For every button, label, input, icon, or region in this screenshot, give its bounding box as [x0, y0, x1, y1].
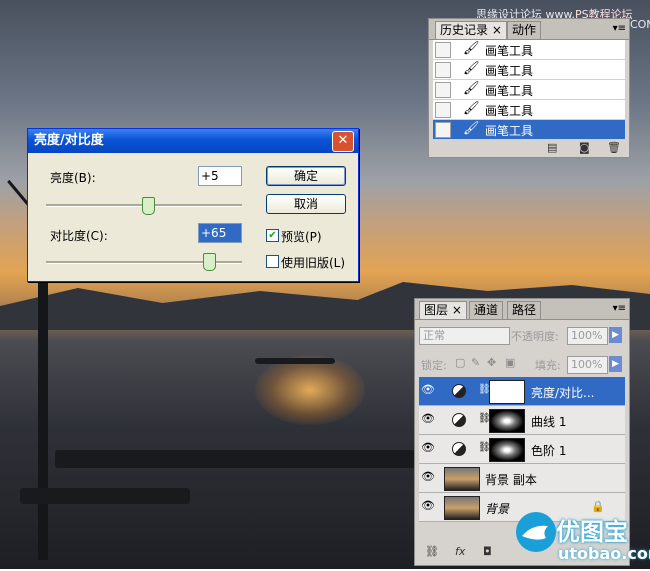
- dialog-titlebar[interactable]: 亮度/对比度 ✕: [28, 129, 358, 153]
- history-item[interactable]: 🖌 画笔工具: [433, 80, 625, 100]
- fill-label: 填充:: [535, 359, 561, 372]
- eye-icon[interactable]: 👁: [421, 441, 435, 455]
- brush-icon: 🖌: [463, 101, 480, 116]
- history-snapshot-checkbox[interactable]: [435, 82, 451, 98]
- tab-layers[interactable]: 图层 ×: [419, 301, 467, 319]
- opacity-label: 不透明度:: [511, 330, 559, 343]
- fx-icon[interactable]: fx: [455, 545, 465, 558]
- history-snapshot-checkbox[interactable]: [435, 62, 451, 78]
- history-item-selected[interactable]: 🖌 画笔工具: [433, 120, 625, 140]
- lock-transparent-icon[interactable]: ▢: [455, 356, 465, 369]
- layer-mask-thumbnail[interactable]: [489, 438, 525, 462]
- layer-row[interactable]: 👁 ⛓ 曲线 1: [419, 406, 625, 435]
- opacity-arrow-icon[interactable]: ▶: [609, 327, 622, 343]
- adjustment-layer-icon: [452, 413, 466, 427]
- adjustment-layer-icon: [452, 442, 466, 456]
- legacy-label: 使用旧版(L): [281, 256, 346, 270]
- layer-row[interactable]: 👁 ⛓ 色阶 1: [419, 435, 625, 464]
- eye-icon[interactable]: 👁: [421, 499, 435, 513]
- history-item[interactable]: 🖌 画笔工具: [433, 60, 625, 80]
- blend-mode-select[interactable]: 正常: [419, 327, 510, 345]
- eye-icon[interactable]: 👁: [421, 470, 435, 484]
- close-button[interactable]: ✕: [332, 131, 354, 152]
- lock-brush-icon[interactable]: ✎: [471, 356, 480, 369]
- brightness-slider-thumb[interactable]: [142, 197, 155, 215]
- link-layers-icon[interactable]: ⛓: [425, 545, 439, 558]
- tab-history[interactable]: 历史记录 ×: [435, 21, 507, 39]
- panel-menu-icon[interactable]: ▾≡: [613, 303, 626, 314]
- layer-mask-thumbnail[interactable]: [489, 380, 525, 404]
- trash-icon[interactable]: 🗑: [607, 141, 621, 154]
- history-panel: 历史记录 × 动作 ▾≡ 🖌 画笔工具 🖌 画笔工具 🖌 画笔工具 🖌 画笔工具…: [428, 18, 630, 158]
- brightness-label: 亮度(B):: [50, 171, 96, 185]
- layer-name: 色阶 1: [531, 444, 567, 458]
- tab-paths[interactable]: 路径: [507, 301, 542, 319]
- sun-reflection: [255, 355, 365, 425]
- cancel-button[interactable]: 取消: [266, 194, 346, 214]
- brightness-input[interactable]: +5: [198, 166, 242, 186]
- brush-icon: 🖌: [463, 81, 480, 96]
- history-item[interactable]: 🖌 画笔工具: [433, 100, 625, 120]
- layer-row[interactable]: 👁 ⛓ 亮度/对比...: [419, 377, 625, 406]
- lock-label: 锁定:: [421, 359, 447, 372]
- boat-silhouette: [20, 488, 190, 504]
- layer-mask-thumbnail[interactable]: [489, 409, 525, 433]
- tab-actions[interactable]: 动作: [507, 21, 542, 39]
- layer-thumbnail: [444, 496, 480, 520]
- contrast-input[interactable]: +65: [198, 223, 242, 243]
- brand-url: utobao.com: [558, 544, 650, 563]
- history-item[interactable]: 🖌 画笔工具: [433, 40, 625, 60]
- preview-label: 预览(P): [281, 230, 322, 244]
- fill-input[interactable]: 100%: [567, 356, 608, 374]
- boat-silhouette: [255, 358, 335, 364]
- layer-name: 亮度/对比...: [531, 386, 595, 400]
- legacy-checkbox[interactable]: [266, 255, 279, 268]
- eye-icon[interactable]: 👁: [421, 412, 435, 426]
- brightness-contrast-dialog: 亮度/对比度 ✕ 亮度(B): +5 对比度(C): +65 确定 取消 ✔ 预…: [27, 128, 359, 282]
- brush-icon: 🖌: [463, 121, 480, 136]
- contrast-label: 对比度(C):: [50, 229, 108, 243]
- opacity-input[interactable]: 100%: [567, 327, 608, 345]
- ok-button[interactable]: 确定: [266, 166, 346, 186]
- preview-checkbox[interactable]: ✔: [266, 229, 279, 242]
- lock-all-icon[interactable]: ▣: [505, 356, 515, 369]
- contrast-slider-thumb[interactable]: [203, 253, 216, 271]
- history-snapshot-checkbox[interactable]: [435, 102, 451, 118]
- tree-silhouette: [7, 30, 89, 560]
- add-mask-icon[interactable]: ◘: [483, 545, 492, 558]
- layer-name: 背景 副本: [485, 473, 537, 487]
- layer-row[interactable]: 👁 背景 副本: [419, 464, 625, 493]
- dialog-title: 亮度/对比度: [34, 133, 104, 148]
- fill-arrow-icon[interactable]: ▶: [609, 356, 622, 372]
- history-snapshot-checkbox[interactable]: [435, 122, 451, 138]
- brand-name: 优图宝: [556, 518, 628, 546]
- layer-name: 背景: [485, 502, 510, 516]
- brand-logo: 优图宝 utobao.com: [512, 508, 650, 571]
- brush-icon: 🖌: [463, 41, 480, 56]
- layer-name: 曲线 1: [531, 415, 567, 429]
- brush-icon: 🖌: [463, 61, 480, 76]
- new-snapshot-icon[interactable]: ◙: [579, 141, 590, 154]
- tab-channels[interactable]: 通道: [469, 301, 504, 319]
- new-document-from-state-icon[interactable]: ▤: [547, 141, 557, 154]
- layer-thumbnail: [444, 467, 480, 491]
- adjustment-layer-icon: [452, 384, 466, 398]
- history-snapshot-checkbox[interactable]: [435, 42, 451, 58]
- eye-icon[interactable]: 👁: [421, 383, 435, 397]
- boat-silhouette: [55, 450, 415, 468]
- lock-move-icon[interactable]: ✥: [487, 356, 496, 369]
- panel-menu-icon[interactable]: ▾≡: [613, 23, 626, 34]
